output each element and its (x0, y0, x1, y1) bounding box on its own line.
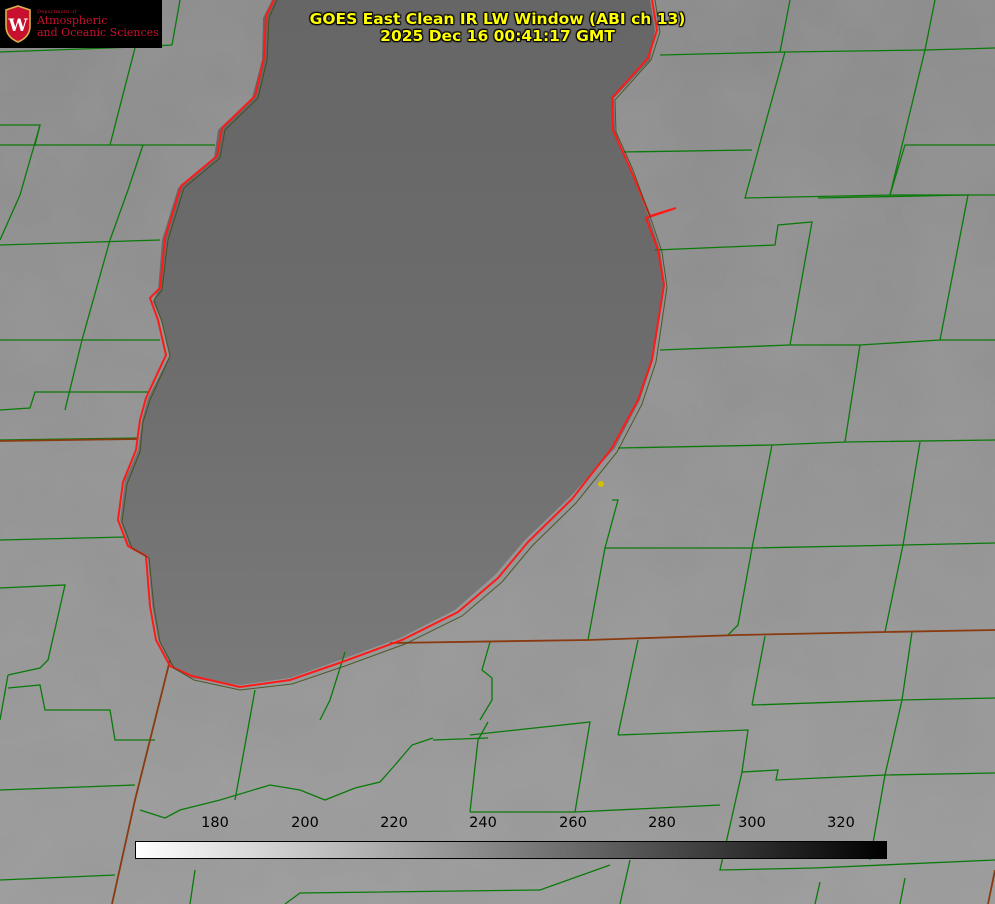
colorbar-tick-280: 280 (648, 815, 676, 831)
title-timestamp: 2025 Dec 16 00:41:17 GMT (380, 27, 615, 45)
temperature-colorbar (135, 841, 887, 859)
colorbar-tick-240: 240 (469, 815, 497, 831)
location-marker (598, 481, 604, 487)
title-product: GOES East Clean IR LW Window (ABI ch 13) (309, 10, 686, 28)
colorbar-tick-labels: 180 200 220 240 260 280 300 320 (135, 815, 887, 835)
satellite-image-viewer: W Department of Atmospheric and Oceanic … (0, 0, 995, 904)
ir-satellite-map (0, 0, 995, 904)
colorbar-tick-260: 260 (559, 815, 587, 831)
colorbar-tick-320: 320 (827, 815, 855, 831)
colorbar-tick-300: 300 (738, 815, 766, 831)
colorbar-tick-200: 200 (291, 815, 319, 831)
colorbar-tick-220: 220 (380, 815, 408, 831)
image-title: GOES East Clean IR LW Window (ABI ch 13)… (0, 11, 995, 45)
colorbar-tick-180: 180 (201, 815, 229, 831)
